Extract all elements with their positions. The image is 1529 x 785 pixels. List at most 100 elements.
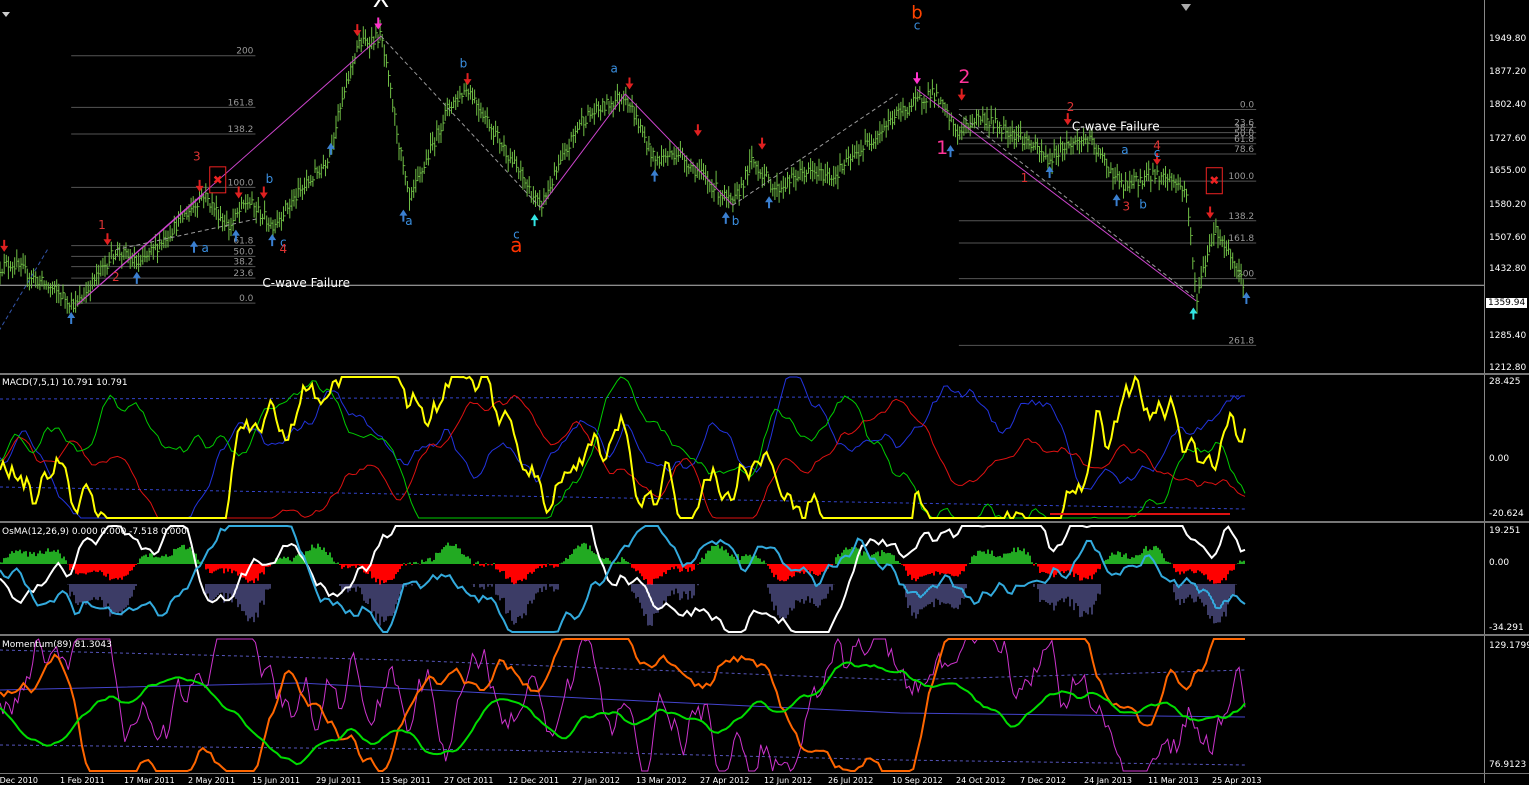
failure-x-icon: ✖ — [1209, 174, 1219, 188]
price-axis-divider — [1484, 0, 1485, 783]
price-bar — [778, 183, 781, 203]
price-pane[interactable]: 0.0 23.6 38.2 50.0 61.8 100.0 138.2 161.8 200 0.0… — [0, 0, 1529, 373]
price-bar — [975, 109, 978, 126]
price-bar — [458, 85, 461, 102]
price-bar — [530, 186, 533, 203]
price-chart[interactable]: 0.0 23.638.250.0 61.8 100.0 138.2 161.8 200 0.0… — [0, 0, 1529, 373]
price-bar — [343, 86, 346, 100]
buy-arrow-icon — [530, 214, 539, 227]
price-bar — [740, 176, 743, 196]
macd-pane[interactable]: MACD(7,5,1) 10.791 10.791 — [0, 374, 1529, 520]
pane-separator[interactable] — [0, 634, 1529, 636]
price-bar — [992, 117, 995, 134]
price-bar — [341, 86, 344, 109]
price-bar — [878, 121, 881, 144]
price-bar — [1112, 168, 1114, 190]
pane-separator[interactable] — [0, 521, 1529, 523]
sell-arrow-icon — [195, 179, 204, 192]
price-bar — [658, 155, 661, 169]
price-bar — [269, 217, 272, 229]
price-bar — [1046, 154, 1049, 169]
price-bar — [834, 166, 837, 185]
fib-level-label: 261.8 — [1228, 336, 1254, 346]
price-bar — [517, 166, 520, 180]
price-bar — [219, 206, 222, 222]
price-bar — [1177, 174, 1180, 191]
price-bar — [162, 228, 165, 249]
price-bar — [1036, 138, 1039, 154]
price-bar — [524, 177, 526, 189]
price-bar — [498, 132, 501, 154]
price-bar — [406, 176, 409, 193]
price-bar — [414, 168, 417, 193]
price-bar — [43, 276, 46, 290]
price-bar — [1009, 126, 1012, 145]
price-bar — [994, 107, 997, 129]
momentum-upper-band — [0, 649, 1246, 681]
price-bar — [624, 86, 627, 106]
price-bars — [0, 19, 1245, 314]
price-bar — [910, 98, 913, 112]
macd-chart[interactable] — [0, 374, 1529, 520]
price-bar — [389, 75, 392, 99]
price-bar — [755, 160, 757, 175]
wave-label: a — [201, 241, 208, 255]
momentum-magenta-line — [0, 637, 1246, 772]
momentum-chart[interactable] — [0, 637, 1529, 773]
scroll-corner-arrow-icon[interactable] — [2, 12, 10, 17]
price-bar — [710, 179, 713, 199]
price-bar — [1070, 136, 1072, 155]
price-bar — [1170, 173, 1173, 191]
price-bar — [1040, 139, 1043, 163]
price-bar — [933, 88, 936, 108]
macd-axis-label: -20.624 — [1489, 509, 1524, 519]
wave-label: a — [1121, 143, 1128, 157]
price-bar — [1204, 255, 1207, 277]
price-bar — [345, 72, 348, 93]
price-bar — [1191, 235, 1194, 270]
price-bar — [629, 102, 631, 113]
buy-arrow-icon — [765, 196, 774, 209]
pane-separator[interactable] — [0, 373, 1529, 375]
price-bar — [845, 149, 848, 166]
price-bar — [664, 148, 667, 163]
price-bar — [223, 214, 226, 231]
failure-x-icon: ✖ — [213, 173, 223, 187]
wave-line — [732, 93, 898, 206]
price-bar — [574, 125, 577, 143]
momentum-label: Momentum(89) 81.3043 — [2, 640, 112, 650]
price-bar — [639, 118, 642, 133]
price-bar — [137, 252, 140, 272]
momentum-green-line — [0, 661, 1246, 766]
fib-level-label: 161.8 — [1228, 234, 1254, 244]
price-bar — [326, 158, 329, 169]
price-bar — [234, 208, 237, 222]
price-bar — [97, 264, 100, 286]
price-axis-label: 1727.60 — [1489, 134, 1527, 144]
price-bar — [347, 71, 350, 85]
osma-chart[interactable] — [0, 524, 1529, 634]
price-bar — [1185, 188, 1188, 203]
sell-arrow-icon — [259, 186, 268, 199]
price-bar — [792, 167, 795, 188]
price-bar — [580, 107, 583, 126]
wave-label: c — [914, 18, 921, 32]
osma-pane[interactable]: OsMA(12,26,9) 0.000 0.000 -7.518 0.000 — [0, 524, 1529, 634]
price-bar — [679, 141, 682, 158]
price-bar — [601, 98, 604, 113]
price-bar — [576, 122, 579, 134]
price-bar — [1139, 168, 1142, 186]
pane-separator[interactable] — [0, 773, 1529, 774]
price-bar — [494, 120, 497, 137]
price-bar — [490, 123, 493, 140]
momentum-pane[interactable]: Momentum(89) 81.3043 — [0, 637, 1529, 773]
price-bar — [941, 99, 944, 113]
price-bar — [599, 105, 602, 121]
price-bar — [746, 165, 749, 186]
price-bar — [395, 113, 398, 144]
price-bar — [521, 167, 524, 190]
price-bar — [66, 296, 69, 314]
chart-shift-marker-icon[interactable] — [1181, 4, 1191, 11]
price-bar — [503, 135, 505, 157]
price-bar — [1189, 216, 1192, 246]
